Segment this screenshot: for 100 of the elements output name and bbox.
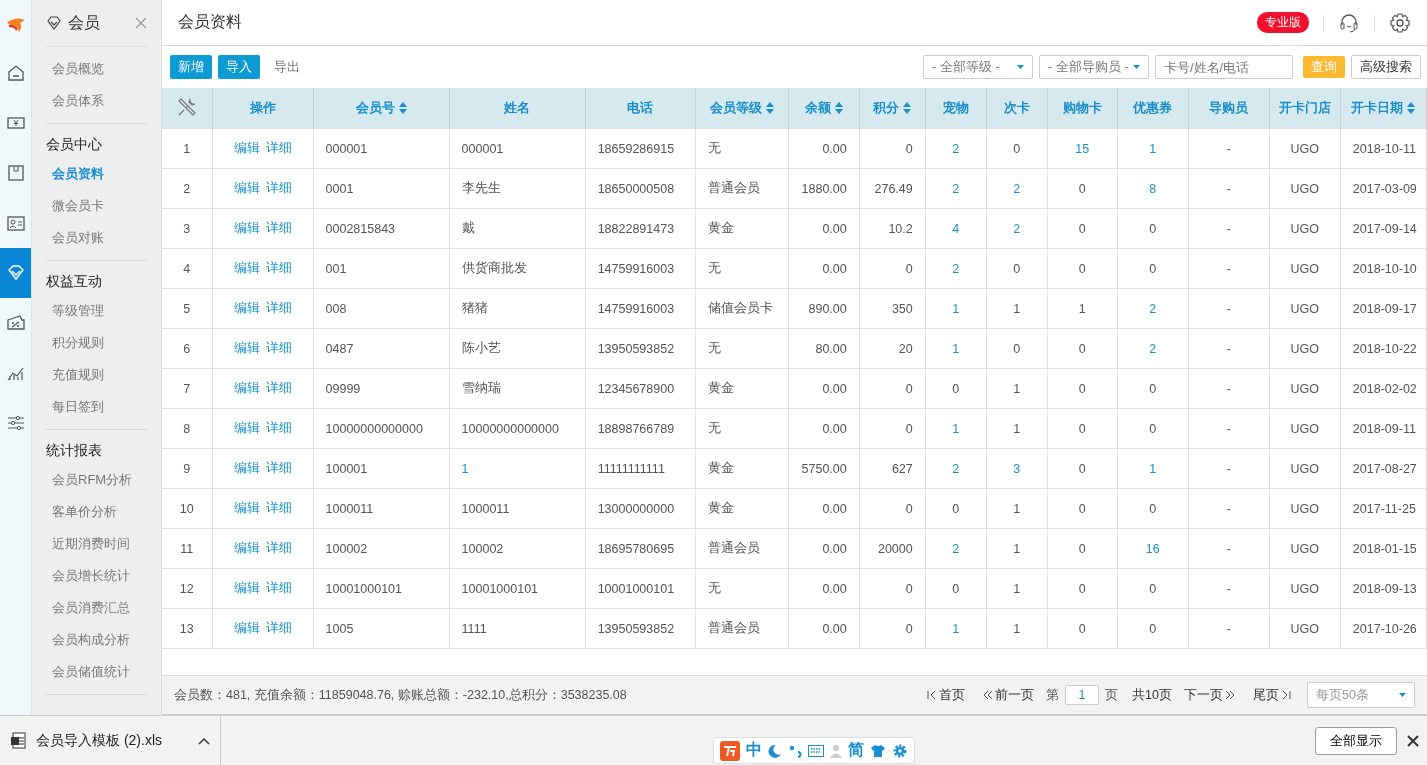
sliders-icon[interactable] [5, 413, 26, 433]
count-link[interactable]: 2 [1149, 301, 1157, 316]
action-link[interactable]: 编辑 [233, 141, 260, 155]
count-link[interactable]: 2 [952, 141, 960, 156]
table-cell: 0.00 [822, 421, 847, 436]
action-link[interactable]: 编辑 [233, 541, 260, 555]
menu-item[interactable]: 充值规则 [46, 359, 147, 391]
count-link[interactable]: 8 [1149, 181, 1157, 196]
menu-item[interactable]: 客单价分析 [46, 496, 147, 528]
search-field[interactable]: 卡号/姓名/电话 [1155, 55, 1293, 79]
count-link[interactable]: 2 [952, 261, 960, 276]
download-filename[interactable]: 会员导入模板 (2).xls [36, 731, 188, 750]
action-link[interactable]: 详细 [265, 141, 292, 155]
action-link[interactable]: 详细 [265, 261, 292, 275]
menu-item[interactable]: 积分规则 [46, 327, 147, 359]
menu-item[interactable]: 会员构成分析 [46, 624, 147, 656]
menu-item[interactable]: 会员对账 [46, 222, 147, 254]
count-link[interactable]: 1 [952, 621, 960, 636]
action-link[interactable]: 编辑 [233, 421, 260, 435]
action-link[interactable]: 编辑 [233, 261, 260, 275]
count-link[interactable]: 1 [1149, 141, 1157, 156]
count-link[interactable]: 2 [1013, 221, 1021, 236]
action-link[interactable]: 详细 [265, 221, 292, 235]
menu-item[interactable]: 微会员卡 [46, 190, 147, 222]
action-link[interactable]: 详细 [265, 181, 292, 195]
settings-icon[interactable] [1389, 11, 1411, 34]
count-link[interactable]: 2 [1013, 181, 1021, 196]
action-link[interactable]: 详细 [265, 541, 292, 555]
summary-text: 会员数：481, 充值余额：11859048.76, 赊账总额：-232.10,总积分：3538235.08 [174, 686, 627, 704]
filter-dropdown[interactable]: - 全部等级 - [923, 55, 1033, 79]
menu-item[interactable]: 等级管理 [46, 295, 147, 327]
ime-mode[interactable]: 简 [848, 740, 864, 761]
action-link[interactable]: 编辑 [233, 181, 260, 195]
action-link[interactable]: 详细 [265, 621, 292, 635]
count-link[interactable]: 1 [952, 301, 960, 316]
action-link[interactable]: 详细 [265, 381, 292, 395]
menu-item[interactable]: 会员概览 [46, 53, 147, 85]
menu-item[interactable]: 近期消费时间 [46, 528, 147, 560]
column-header: 电话 [627, 99, 654, 117]
action-link[interactable]: 详细 [265, 301, 292, 315]
menu-item[interactable]: 会员RFM分析 [46, 464, 147, 496]
ime-mode[interactable]: 中 [746, 740, 762, 761]
action-link[interactable]: 编辑 [233, 581, 260, 595]
action-link[interactable]: 详细 [265, 581, 292, 595]
toolbar-button[interactable]: 导入 [218, 55, 260, 79]
action-link[interactable]: 编辑 [233, 221, 260, 235]
count-link[interactable]: 15 [1075, 141, 1090, 156]
table-cell: - [1226, 341, 1231, 356]
count-link[interactable]: 2 [952, 181, 960, 196]
count-link[interactable]: 2 [952, 461, 960, 476]
spreadsheet-icon[interactable] [10, 731, 26, 750]
table-cell: 1111 [461, 621, 487, 636]
action-link[interactable]: 详细 [265, 461, 292, 475]
menu-item[interactable]: 会员储值统计 [46, 656, 147, 688]
close-icon[interactable] [1407, 734, 1419, 747]
pagination-link[interactable]: 下一页 [1184, 686, 1235, 704]
input-method-toolbar[interactable]: 中 简 [713, 737, 915, 764]
action-link[interactable]: 编辑 [233, 501, 260, 515]
count-link[interactable]: 2 [952, 541, 960, 556]
page-input[interactable]: 1 [1065, 685, 1100, 705]
count-link[interactable]: 1 [952, 341, 960, 356]
menu-item[interactable]: 每日签到 [46, 391, 147, 423]
action-link[interactable]: 编辑 [233, 341, 260, 355]
coupon-icon[interactable] [5, 313, 26, 333]
table-cell: 100002 [461, 541, 504, 556]
column-header[interactable]: 会员号 [355, 99, 407, 117]
count-link[interactable]: 3 [1013, 461, 1021, 476]
menu-item[interactable]: 会员消费汇总 [46, 592, 147, 624]
pagination-link[interactable]: 尾页 [1253, 686, 1291, 704]
table-cell: 0 [1149, 581, 1157, 596]
action-link[interactable]: 详细 [265, 501, 292, 515]
export-link[interactable]: 导出 [266, 55, 308, 79]
count-link[interactable]: 16 [1145, 541, 1160, 556]
wrench-screwdriver-icon[interactable] [176, 96, 197, 117]
page-size-dropdown[interactable]: 每页50条 [1307, 682, 1415, 708]
filter-dropdown[interactable]: - 全部导购员 - [1039, 55, 1149, 79]
action-link[interactable]: 编辑 [233, 621, 260, 635]
action-link[interactable]: 详细 [265, 421, 292, 435]
count-link[interactable]: 1 [1149, 461, 1157, 476]
menu-item[interactable]: 会员体系 [46, 85, 147, 117]
count-link[interactable]: 1 [461, 461, 469, 476]
count-link[interactable]: 1 [952, 421, 960, 436]
headset-icon[interactable] [1338, 11, 1360, 34]
count-link[interactable]: 4 [952, 221, 960, 236]
contact-card-icon[interactable] [5, 213, 26, 233]
menu-item[interactable]: 会员增长统计 [46, 560, 147, 592]
action-link[interactable]: 详细 [265, 341, 292, 355]
chevron-up-icon[interactable] [198, 736, 210, 745]
show-all-button[interactable]: 全部显示 [1315, 726, 1397, 755]
action-link[interactable]: 编辑 [233, 301, 260, 315]
menu-item[interactable]: 会员资料 [46, 158, 147, 190]
box-icon[interactable] [5, 163, 26, 183]
pagination-link[interactable]: 前一页 [983, 686, 1035, 704]
advanced-search-button[interactable]: 高级搜索 [1351, 55, 1421, 79]
pagination-link[interactable]: 首页 [927, 686, 966, 704]
count-link[interactable]: 2 [1149, 341, 1157, 356]
action-link[interactable]: 编辑 [233, 461, 260, 475]
toolbar-button[interactable]: 新增 [170, 55, 212, 79]
action-link[interactable]: 编辑 [233, 381, 260, 395]
home-icon[interactable] [5, 63, 26, 83]
